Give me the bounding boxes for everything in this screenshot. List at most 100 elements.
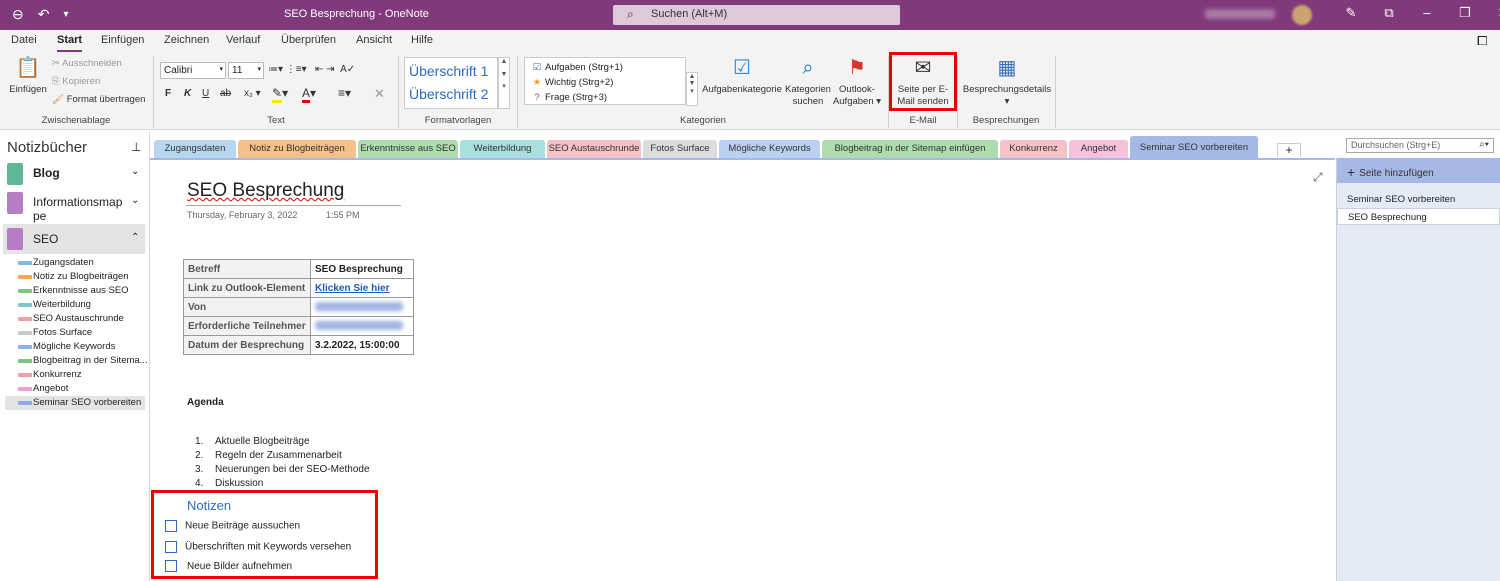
section-item[interactable]: Zugangsdaten: [5, 256, 145, 270]
avatar[interactable]: [1292, 5, 1312, 25]
section-tab[interactable]: Blogbeitrag in der Sitemap einfügen: [822, 140, 998, 158]
font-select[interactable]: Calibri ▾: [160, 62, 226, 79]
format-painter-button[interactable]: 🖌 Format übertragen: [52, 94, 145, 105]
section-item[interactable]: Weiterbildung: [5, 298, 145, 312]
italic-button[interactable]: K: [184, 88, 191, 99]
tab-start[interactable]: Start: [57, 34, 83, 53]
chevron-down-icon[interactable]: ⌄: [131, 166, 139, 177]
paste-button[interactable]: 📋 Einfügen: [8, 56, 48, 96]
section-item[interactable]: SEO Austauschrunde: [5, 312, 145, 326]
quick-access-dropdown-icon[interactable]: ▾: [63, 6, 68, 23]
ribbon-display-icon[interactable]: ⧠: [1477, 33, 1487, 49]
bold-button[interactable]: F: [165, 88, 171, 99]
attendee-link[interactable]: [315, 321, 403, 331]
font-size-select[interactable]: 11 ▾: [228, 62, 264, 79]
outlook-link[interactable]: Klicken Sie hier: [315, 283, 389, 294]
add-page-button[interactable]: + Seite hinzufügen: [1337, 158, 1500, 183]
scroll-down-icon[interactable]: ▼: [499, 71, 509, 78]
meeting-details-button[interactable]: ▦ Besprechungsdetails ▾: [960, 56, 1054, 108]
style-heading-2[interactable]: Überschrift 2: [409, 83, 493, 106]
section-tab[interactable]: Fotos Surface: [643, 140, 717, 158]
section-tab[interactable]: Erkenntnisse aus SEO: [358, 140, 458, 158]
checkbox-icon: ☑: [532, 62, 542, 73]
more-icon[interactable]: ▾: [499, 82, 509, 90]
style-heading-1[interactable]: Überschrift 1: [409, 60, 493, 83]
section-tab[interactable]: Weiterbildung: [460, 140, 545, 158]
organizer-link[interactable]: [315, 302, 403, 312]
scroll-up-icon[interactable]: ▲: [687, 73, 697, 80]
section-color-icon: [18, 275, 32, 279]
tab-zeichnen[interactable]: Zeichnen: [164, 34, 209, 46]
underline-button[interactable]: U: [202, 88, 209, 99]
page-item-selected[interactable]: SEO Besprechung: [1337, 208, 1500, 225]
pen-icon[interactable]: ✎: [1332, 5, 1370, 21]
tab-verlauf[interactable]: Verlauf: [226, 34, 260, 46]
back-icon[interactable]: ⊖: [12, 6, 24, 23]
more-icon[interactable]: ▾: [687, 87, 697, 95]
strikethrough-button[interactable]: ab: [220, 88, 231, 99]
close-icon[interactable]: ✕: [1484, 5, 1500, 21]
outlook-tasks-button[interactable]: ⚑ Outlook-Aufgaben ▾: [832, 56, 882, 108]
clear-format-button[interactable]: ✕: [374, 86, 385, 102]
chevron-down-icon[interactable]: ⌄: [131, 195, 139, 206]
section-item[interactable]: Mögliche Keywords: [5, 340, 145, 354]
tag-question[interactable]: ? Frage (Strg+3): [529, 90, 681, 105]
add-section-button[interactable]: +: [1277, 143, 1301, 157]
pin-icon[interactable]: ⊥: [131, 140, 141, 154]
styles-scroll[interactable]: ▲ ▼ ▾: [498, 57, 510, 109]
notebook-search-input[interactable]: Durchsuchen (Strg+E) ⌕▾: [1346, 138, 1494, 153]
section-tab[interactable]: Angebot: [1069, 140, 1128, 158]
menu-tabs: Datei Start Einfügen Zeichnen Verlauf Üb…: [0, 30, 1500, 53]
section-item[interactable]: Angebot: [5, 382, 145, 396]
section-item[interactable]: Seminar SEO vorbereiten: [5, 396, 145, 410]
page-item[interactable]: Seminar SEO vorbereiten: [1337, 191, 1500, 208]
search-input[interactable]: ⌕ Suchen (Alt+M): [613, 5, 900, 25]
divider: [398, 56, 399, 128]
notebook-informationsmappe[interactable]: Informationsmappe ⌄: [3, 192, 145, 223]
tag-todo[interactable]: ☑ Aufgaben (Strg+1): [529, 60, 681, 75]
page-title[interactable]: SEO Besprechung: [187, 180, 344, 202]
minimize-icon[interactable]: –: [1408, 5, 1446, 21]
tab-hilfe[interactable]: Hilfe: [411, 34, 433, 46]
section-item[interactable]: Notiz zu Blogbeiträgen: [5, 270, 145, 284]
tab-ueberpruefen[interactable]: Überprüfen: [281, 34, 336, 46]
subscript-button[interactable]: x₂ ▾: [244, 88, 261, 99]
section-item[interactable]: Konkurrenz: [5, 368, 145, 382]
notebook-seo[interactable]: SEO ⌃: [3, 224, 145, 254]
section-tab[interactable]: Mögliche Keywords: [719, 140, 820, 158]
copy-button[interactable]: ⎘ Kopieren: [52, 76, 100, 87]
undo-icon[interactable]: ↶: [38, 6, 50, 23]
user-name[interactable]: [1205, 9, 1275, 19]
tab-ansicht[interactable]: Ansicht: [356, 34, 392, 46]
find-tags-button[interactable]: ⌕ Kategorien suchen: [784, 56, 832, 108]
tags-scroll[interactable]: ▲ ▼ ▾: [686, 72, 698, 106]
todo-tag-button[interactable]: ☑ Aufgabenkategorie: [700, 56, 784, 96]
tab-datei[interactable]: Datei: [11, 34, 37, 46]
list-buttons[interactable]: ≔▾ ⋮≡▾ ⇤ ⇥ A✓: [268, 64, 355, 75]
tab-einfuegen[interactable]: Einfügen: [101, 34, 144, 46]
section-tab[interactable]: Seminar SEO vorbereiten: [1130, 136, 1258, 158]
restore-ribbon-icon[interactable]: ⧉: [1370, 5, 1408, 21]
section-item[interactable]: Blogbeitrag in der Sitema...: [5, 354, 148, 368]
tags-gallery[interactable]: ☑ Aufgaben (Strg+1) ★ Wichtig (Strg+2) ? Fr…: [524, 57, 686, 105]
section-tab[interactable]: Konkurrenz: [1000, 140, 1067, 158]
list-item: 4. Diskussion: [195, 478, 264, 489]
section-item[interactable]: Fotos Surface: [5, 326, 145, 340]
scroll-down-icon[interactable]: ▼: [687, 80, 697, 87]
maximize-icon[interactable]: ❐: [1446, 5, 1484, 21]
font-color-button[interactable]: A▾: [302, 86, 316, 103]
section-item[interactable]: Erkenntnisse aus SEO: [5, 284, 145, 298]
notebook-blog[interactable]: Blog ⌄: [3, 163, 145, 185]
scroll-up-icon[interactable]: ▲: [499, 58, 509, 65]
section-tab[interactable]: Zugangsdaten: [154, 140, 236, 158]
tag-important[interactable]: ★ Wichtig (Strg+2): [529, 75, 681, 90]
chevron-up-icon[interactable]: ⌃: [131, 232, 139, 243]
styles-gallery[interactable]: Überschrift 1 Überschrift 2: [404, 57, 498, 109]
section-tab[interactable]: Notiz zu Blogbeiträgen: [238, 140, 356, 158]
align-button[interactable]: ≡▾: [338, 86, 351, 100]
group-label-clipboard: Zwischenablage: [41, 115, 111, 126]
expand-icon[interactable]: ⤢: [1313, 170, 1323, 185]
section-tab[interactable]: SEO Austauschrunde: [547, 140, 641, 158]
highlight-button[interactable]: ✎▾: [272, 86, 288, 103]
cut-button[interactable]: ✂ Ausschneiden: [52, 58, 122, 69]
